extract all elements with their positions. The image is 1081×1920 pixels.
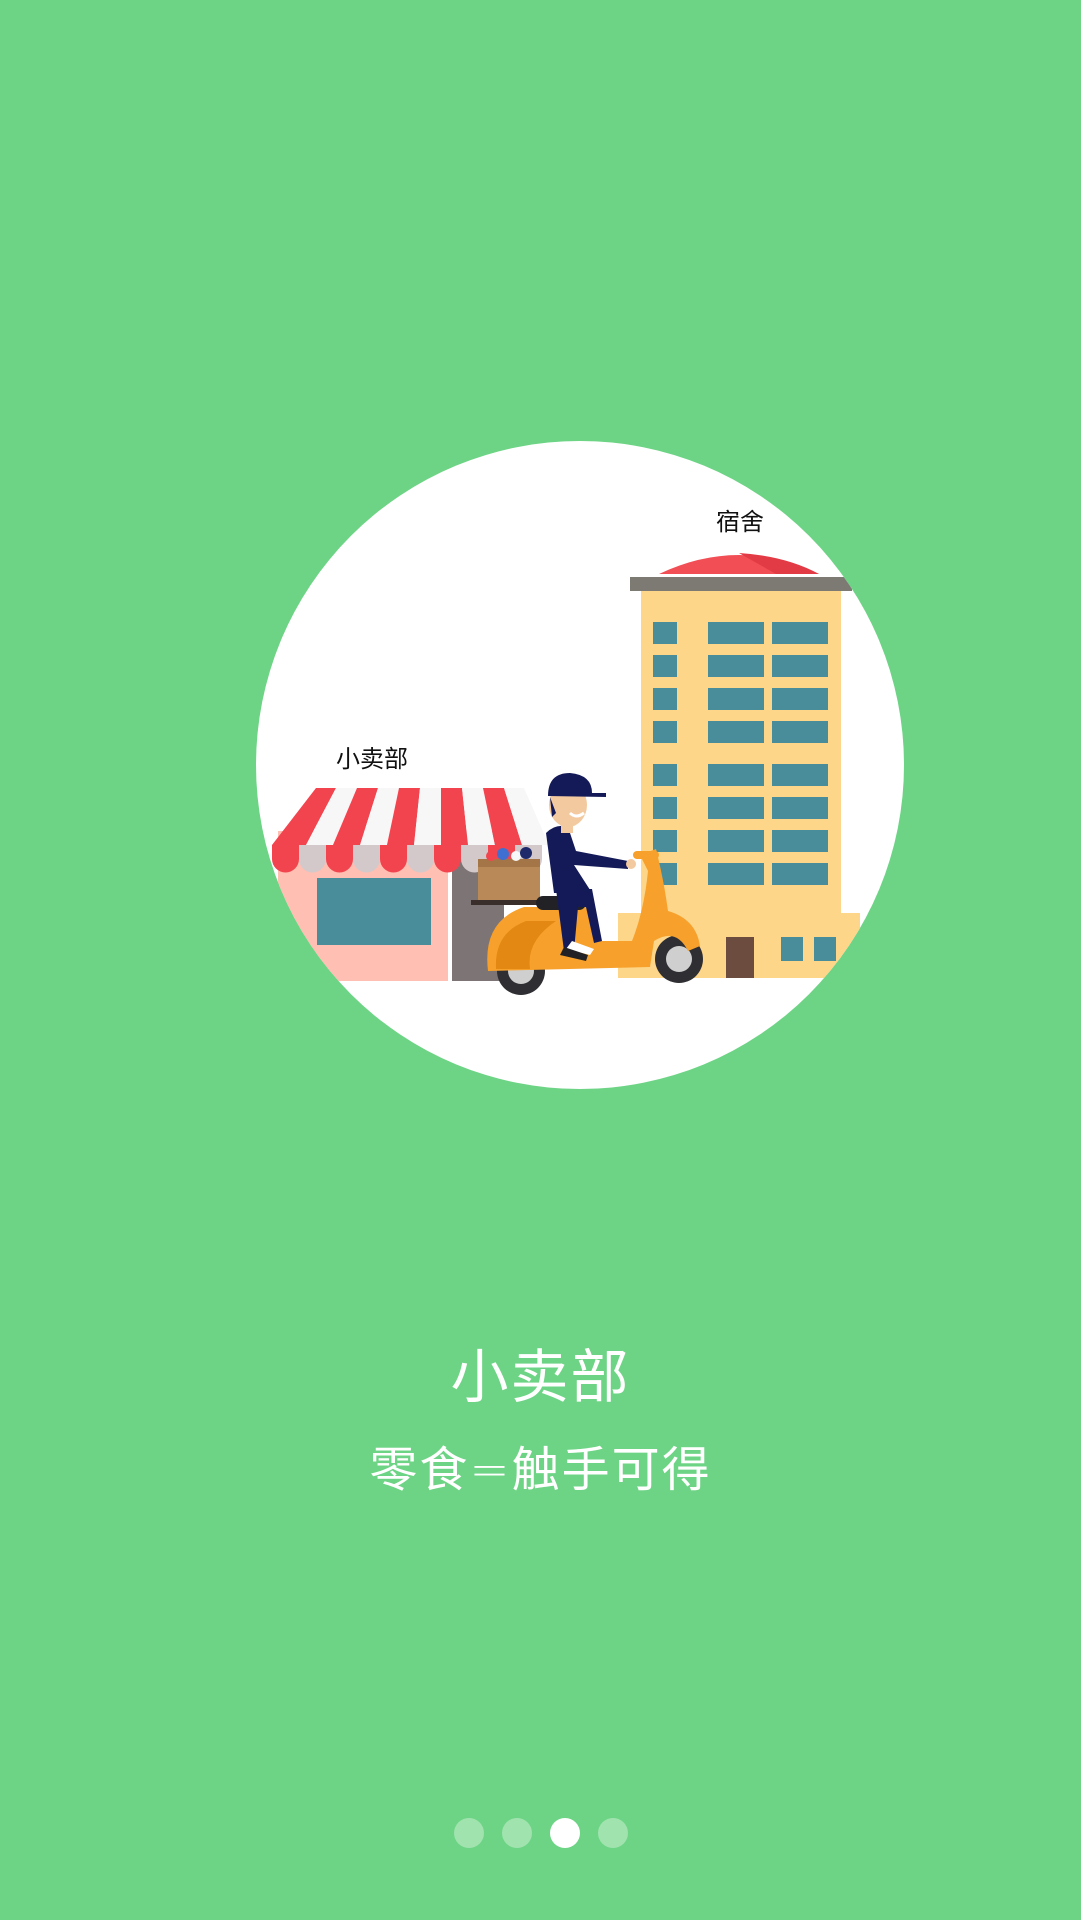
page-dot-active[interactable] (549, 1818, 580, 1848)
page-title: 小卖部 (450, 1343, 631, 1411)
page-dot[interactable] (453, 1818, 484, 1848)
store-label: 小卖部 (336, 745, 408, 773)
page-subtitle: 零食=触手可得 (369, 1442, 712, 1498)
onboarding-screen[interactable]: 小卖部 宿舍 小卖部 零食=触手可得 (0, 0, 1081, 1920)
page-dot[interactable] (501, 1818, 532, 1848)
page-dot[interactable] (597, 1818, 628, 1848)
page-indicator (0, 1818, 1081, 1848)
dormitory-label: 宿舍 (716, 508, 764, 536)
delivery-illustration: 小卖部 宿舍 (256, 441, 904, 1089)
